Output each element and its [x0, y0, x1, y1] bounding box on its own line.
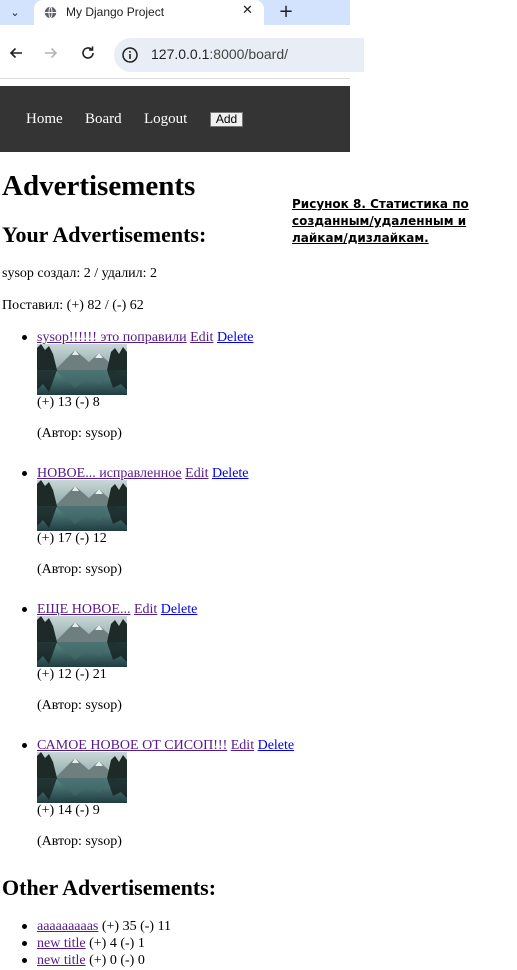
delete-link[interactable]: Delete [217, 330, 254, 345]
ad-title-link[interactable]: sysop!!!!!! это поправили [37, 330, 187, 345]
ad-title-link[interactable]: ЕЩЕ НОВОЕ... [37, 602, 130, 617]
back-button[interactable] [6, 43, 26, 63]
nav-link-board[interactable]: Board [85, 111, 122, 128]
ad-author: (Автор: sysop) [37, 426, 122, 441]
ad-title-link[interactable]: САМОЕ НОВОЕ ОТ СИСОП!!! [37, 738, 227, 753]
list-item: new title (+) 0 (-) 0 [0, 953, 350, 970]
globe-icon [44, 6, 57, 19]
delete-link[interactable]: Delete [161, 602, 198, 617]
mountain-lake-thumbnail [37, 344, 127, 395]
figure-caption: Рисунок 8. Статистика по созданным/удале… [292, 197, 469, 245]
page-title: Advertisements [2, 170, 196, 202]
chevron-down-icon: ⌄ [10, 6, 20, 19]
other-ads-heading: Other Advertisements: [2, 875, 217, 900]
forward-button[interactable] [41, 43, 61, 63]
delete-link[interactable]: Delete [212, 466, 249, 481]
mountain-lake-thumbnail [37, 480, 127, 531]
tab-strip: ⌄ My Django Project ✕ + [0, 0, 350, 25]
address-bar[interactable]: 127.0.0.1:8000/board/ [114, 38, 364, 72]
list-bullet [22, 924, 27, 929]
delete-link[interactable]: Delete [258, 738, 295, 753]
other-ad-line: aaaaaaaaas (+) 35 (-) 11 [37, 919, 171, 935]
reload-icon [82, 46, 94, 59]
ad-title-link[interactable]: НОВОЕ... исправленное [37, 466, 182, 481]
arrow-right-icon [45, 47, 58, 59]
close-icon[interactable]: ✕ [242, 3, 253, 18]
url-host: 127.0.0.1 [151, 46, 210, 62]
other-ad-title-link[interactable]: new title [37, 953, 86, 968]
site-navbar: Home Board Logout [0, 86, 350, 152]
edit-link[interactable]: Edit [134, 602, 157, 617]
mountain-lake-thumbnail [37, 752, 127, 803]
mountain-lake-thumbnail [37, 616, 127, 667]
toolbar-divider [0, 78, 350, 79]
ad-author: (Автор: sysop) [37, 698, 122, 713]
ad-author: (Автор: sysop) [37, 834, 122, 849]
other-ad-line: new title (+) 4 (-) 1 [37, 936, 145, 952]
list-bullet [22, 471, 27, 476]
other-ad-title-link[interactable]: aaaaaaaaas [37, 919, 98, 934]
reload-button[interactable] [78, 43, 98, 63]
list-item: new title (+) 4 (-) 1 [0, 936, 350, 953]
tab-title: My Django Project [66, 5, 165, 19]
list-bullet [22, 941, 27, 946]
other-ad-title-link[interactable]: new title [37, 936, 86, 951]
ad-votes: (+) 12 (-) 21 [37, 667, 107, 682]
ad-votes: (+) 17 (-) 12 [37, 531, 107, 546]
other-ad-votes: (+) 0 (-) 0 [89, 953, 145, 968]
url-text: 127.0.0.1:8000/board/ [151, 46, 288, 62]
ad-image [37, 344, 127, 395]
ad-image [37, 480, 127, 531]
list-bullet [22, 743, 27, 748]
new-tab-button[interactable]: + [276, 1, 296, 23]
your-ads-heading: Your Advertisements: [2, 222, 207, 247]
browser-window: ⌄ My Django Project ✕ + 127.0.0.1:8000/b… [0, 0, 364, 80]
browser-tab[interactable]: My Django Project ✕ [34, 0, 264, 25]
edit-link[interactable]: Edit [231, 738, 254, 753]
ad-image [37, 616, 127, 667]
nav-link-home[interactable]: Home [26, 111, 63, 128]
edit-link[interactable]: Edit [190, 330, 213, 345]
list-bullet [22, 607, 27, 612]
list-item: aaaaaaaaas (+) 35 (-) 11 [0, 919, 350, 936]
ad-votes: (+) 13 (-) 8 [37, 395, 100, 410]
tab-search-button[interactable]: ⌄ [0, 0, 30, 25]
edit-link[interactable]: Edit [185, 466, 208, 481]
other-ad-votes: (+) 35 (-) 11 [101, 919, 172, 934]
other-ad-votes: (+) 4 (-) 1 [89, 936, 145, 951]
list-bullet [22, 335, 27, 340]
browser-toolbar: 127.0.0.1:8000/board/ [0, 25, 364, 80]
url-path: :8000/board/ [209, 46, 289, 62]
list-bullet [22, 958, 27, 963]
nav-link-logout[interactable]: Logout [144, 111, 187, 128]
arrow-left-icon [9, 47, 22, 59]
ad-image [37, 752, 127, 803]
likes-stats: Поставил: (+) 82 / (-) 62 [2, 298, 144, 313]
ad-votes: (+) 14 (-) 9 [37, 803, 100, 818]
created-deleted-stats: sysop создал: 2 / удалил: 2 [2, 266, 158, 281]
add-button[interactable]: Add [210, 112, 243, 127]
site-info-icon[interactable] [121, 46, 139, 64]
other-ad-line: new title (+) 0 (-) 0 [37, 953, 145, 969]
ad-author: (Автор: sysop) [37, 562, 122, 577]
